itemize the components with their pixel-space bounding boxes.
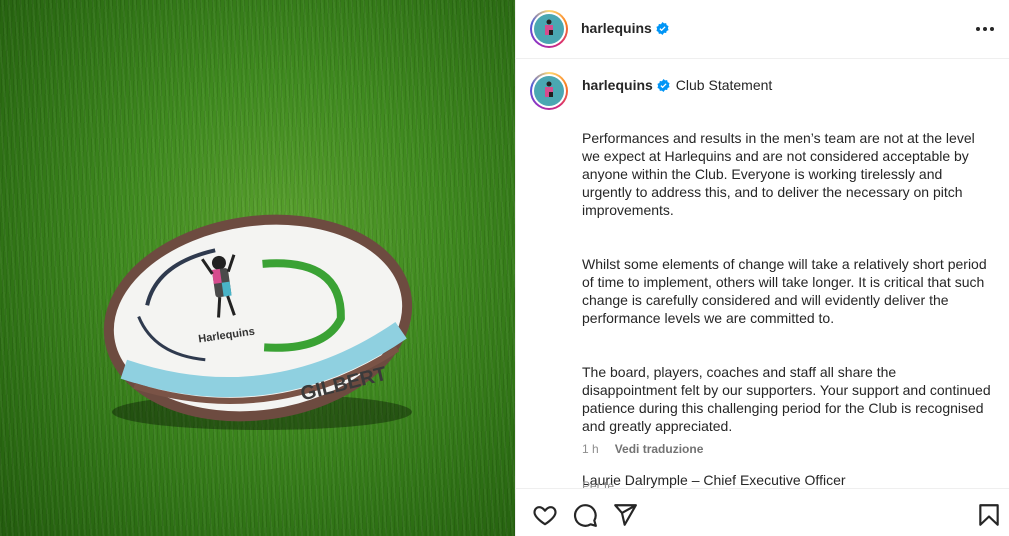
caption-header: harlequins Club Statement [582,77,772,93]
comment-icon[interactable] [572,502,598,528]
post-image[interactable]: Harlequins GILBERT [0,0,515,536]
username-text[interactable]: harlequins [581,20,652,36]
caption-avatar[interactable] [530,72,568,110]
caption-body: Performances and results in the men’s te… [582,111,994,488]
action-bar [516,488,1009,536]
caption-paragraph-2: Whilst some elements of change will take… [582,256,987,326]
send-icon[interactable] [612,502,638,528]
harlequins-logo-icon [545,19,553,35]
see-translation-button[interactable]: Vedi traduzione [615,442,704,456]
header-username[interactable]: harlequins [581,20,669,36]
comments-area[interactable]: harlequins Club Statement Performances a… [516,60,1009,488]
bookmark-icon[interactable] [976,502,1002,528]
harlequins-logo-icon [545,81,553,97]
next-comment-partial: Per te ... [582,479,628,488]
caption-paragraph-1: Performances and results in the men’s te… [582,130,975,218]
post-details-panel: harlequins harlequins Club Statement Per… [515,0,1009,536]
avatar[interactable] [530,10,568,48]
caption-username[interactable]: harlequins [582,77,653,93]
verified-badge-icon [657,78,670,92]
verified-badge-icon [656,21,669,35]
heart-icon[interactable] [532,502,558,528]
rugby-ball-illustration: Harlequins GILBERT [103,214,413,430]
post-header: harlequins [516,0,1009,59]
caption-meta: 1 h Vedi traduzione [582,442,703,456]
more-options-icon[interactable] [974,18,996,40]
caption-paragraph-3: The board, players, coaches and staff al… [582,364,991,434]
caption-signature: Laurie Dalrymple – Chief Executive Offic… [582,472,846,488]
post-time[interactable]: 1 h [582,442,599,456]
caption-title: Club Statement [675,77,773,93]
